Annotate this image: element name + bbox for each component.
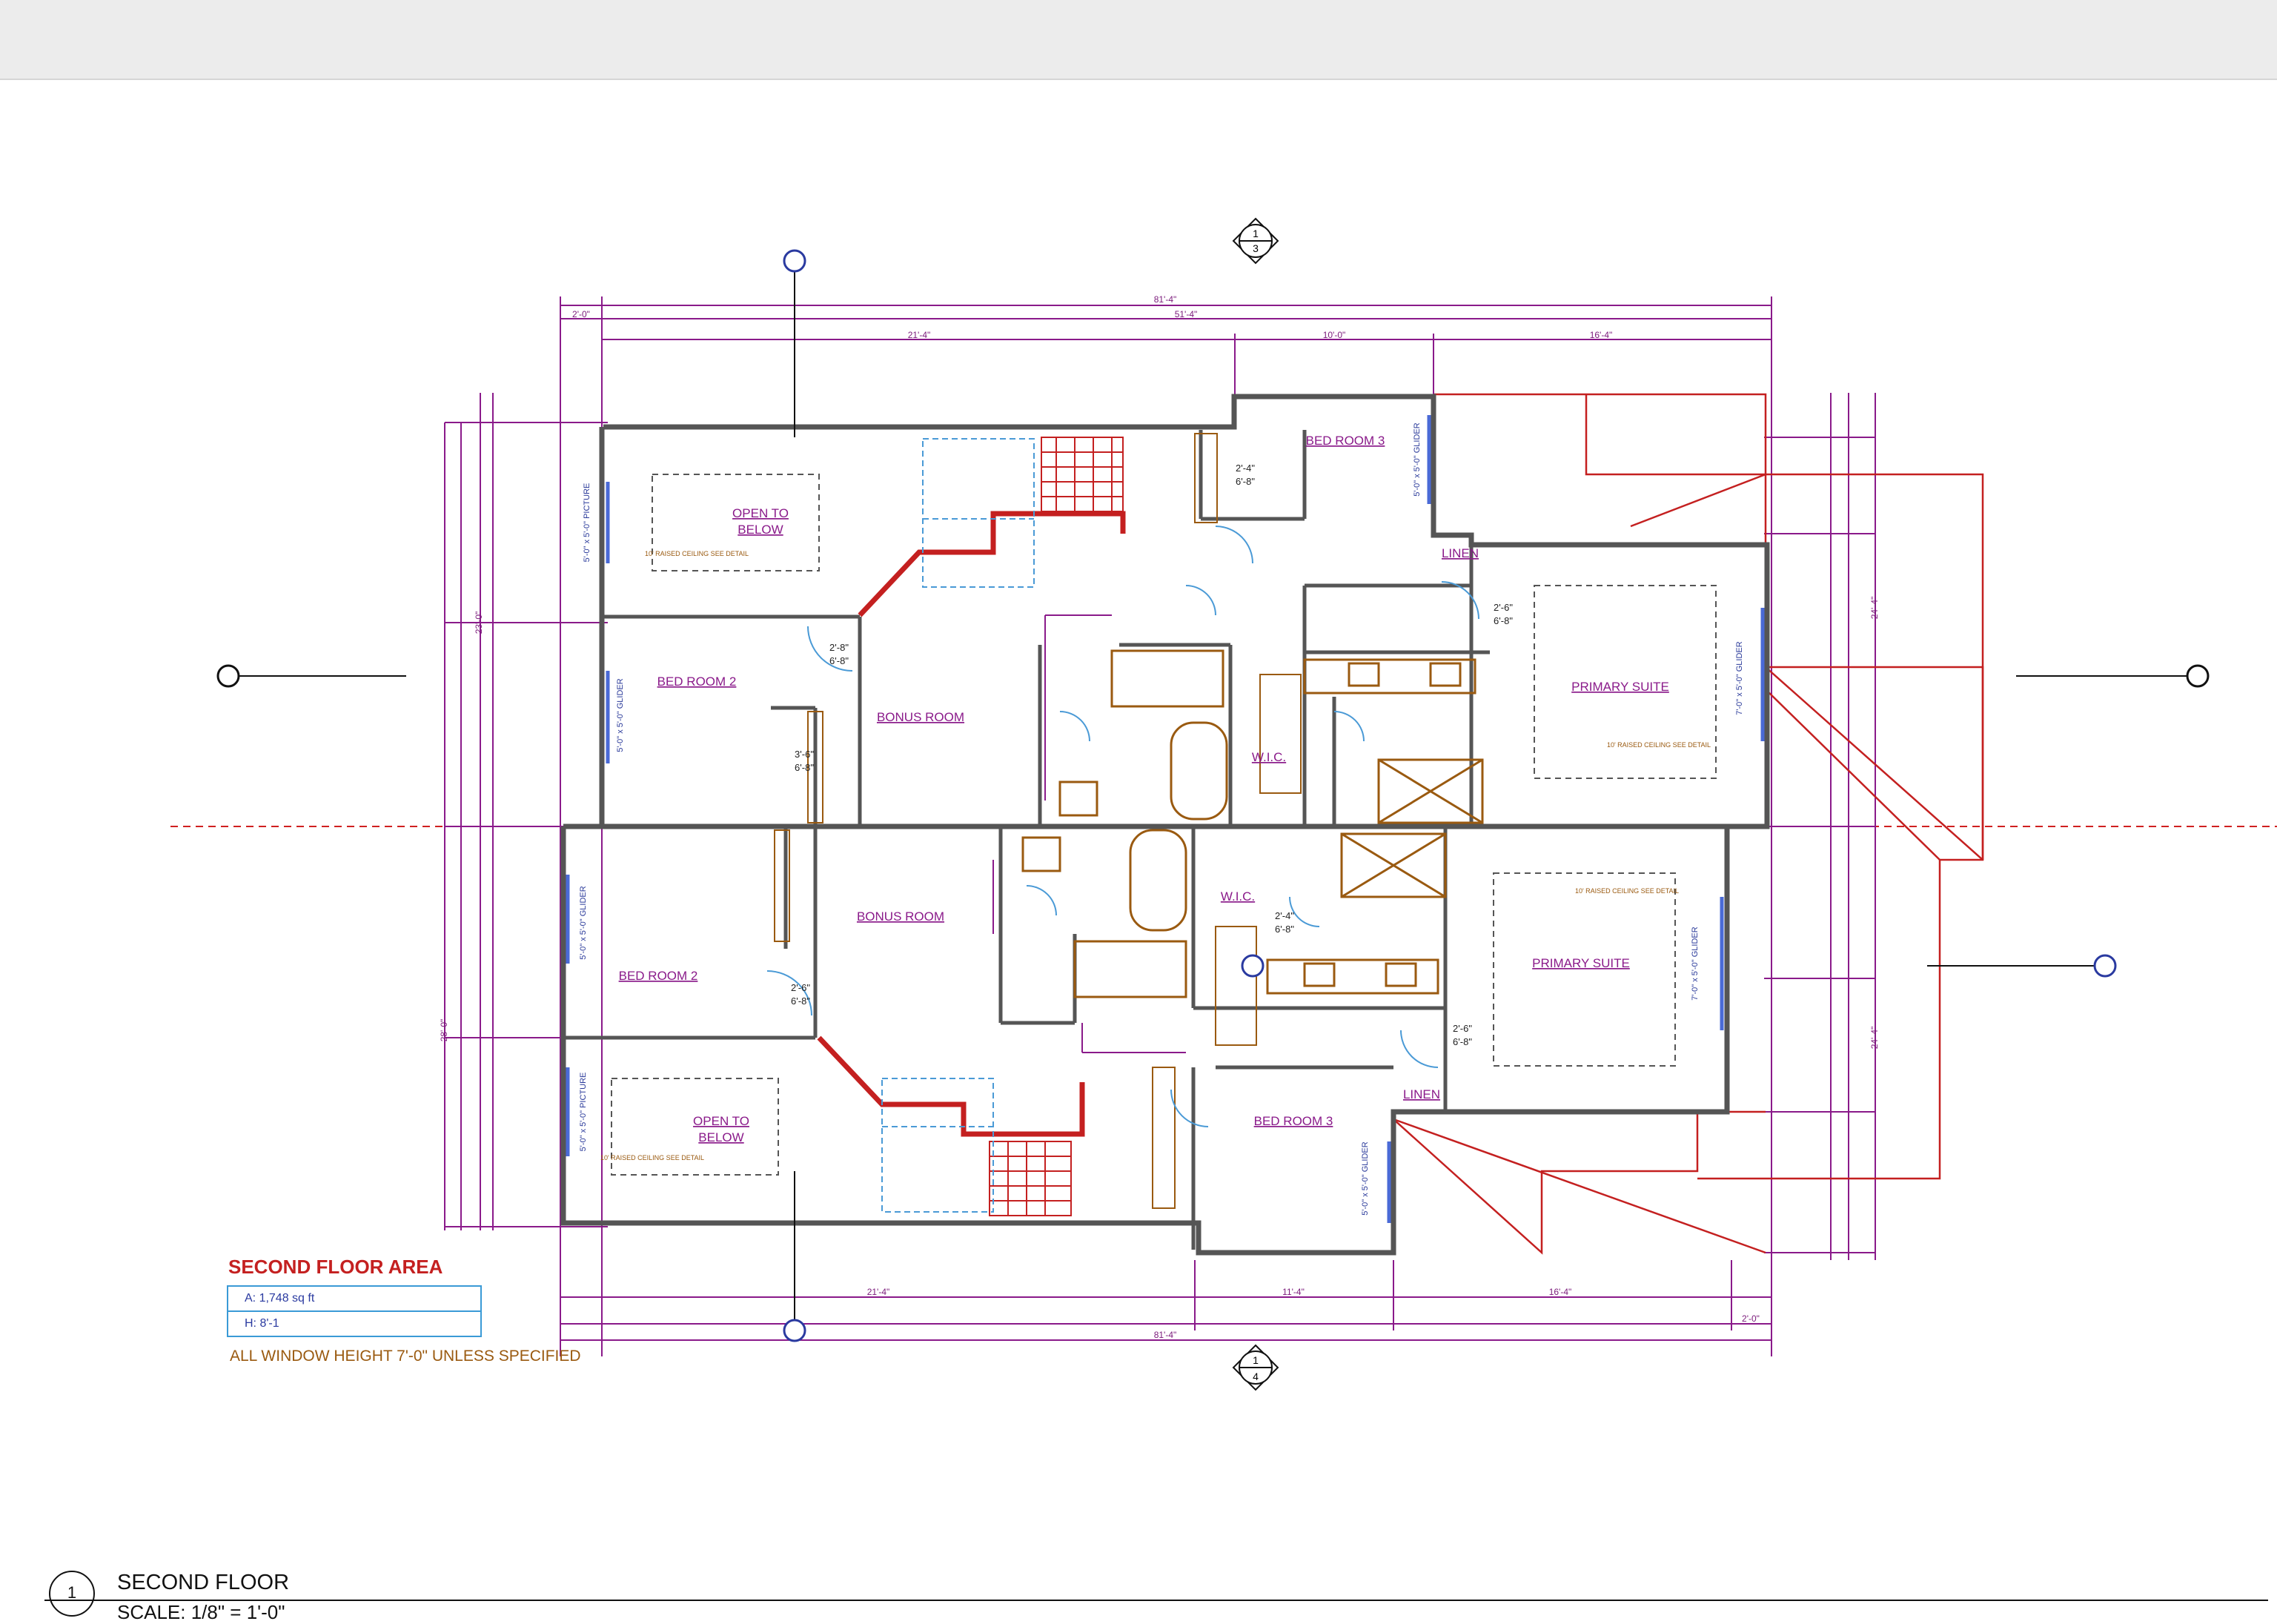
room-wic-upper: W.I.C. [1252,750,1286,764]
window-tag-glider: 5'-0" x 5'-0" GLIDER [1413,422,1422,496]
section-marker-top: 1 3 [1232,217,1279,265]
dim-left-lower: 28'-0" [439,1019,449,1042]
dim-bottom-seg1: 21'-4" [867,1287,890,1297]
title-underline [44,1600,2268,1601]
dim-bottom-overall: 81'-4" [1154,1330,1177,1340]
door-tag: 6'-8" [1236,476,1255,487]
dim-right-lower: 24'-4" [1869,1027,1880,1050]
door-tag: 2'-4" [1275,910,1294,921]
door-tag: 2'-6" [791,982,810,993]
window-tag-primary-glider: 7'-0" x 5'-0" GLIDER [1691,927,1700,1000]
dim-bottom-seg2: 11'-4" [1282,1287,1305,1297]
room-wic-lower: W.I.C. [1221,889,1255,904]
area-row: H: 8'-1 [245,1317,279,1330]
door-tag: 6'-8" [829,655,849,666]
section-number: 1 [1253,1354,1259,1366]
door-tag: 6'-8" [1275,924,1294,935]
section-sheet: 3 [1253,242,1259,254]
section-sheet: 4 [1253,1371,1259,1382]
room-bonus-room-upper: BONUS ROOM [877,710,964,724]
floor-plan-drawing: 1 3 1 4 81'-4" 51'-4" 2'-0" 21'-4" 10'-0… [170,217,2277,1391]
room-primary-suite-upper: PRIMARY SUITE [1571,680,1669,694]
dim-bottom-seg3: 16'-4" [1549,1287,1572,1297]
window-tag-primary-glider: 7'-0" x 5'-0" GLIDER [1735,641,1744,715]
dim-top-seg3: 16'-4" [1590,330,1613,340]
door-tag: 6'-8" [795,762,814,773]
room-bed-room-2-lower: BED ROOM 2 [619,969,698,983]
drawing-scale: SCALE: 1/8" = 1'-0" [117,1601,285,1623]
window-tag-picture: 5'-0" x 5'-0" PICTURE [579,1073,588,1152]
stair-rail-upper [858,511,1126,617]
dim-top-seg2: 10'-0" [1323,330,1346,340]
door-tag: 2'-6" [1453,1023,1472,1034]
area-row: A: 1,748 sq ft [228,1287,480,1312]
door-tag: 6'-8" [791,995,810,1007]
door-tag: 2'-8" [829,642,849,653]
door-tag: 6'-8" [1453,1036,1472,1047]
room-open-to-below-lower-1: OPEN TO [693,1114,749,1128]
room-bed-room-3-lower: BED ROOM 3 [1254,1114,1333,1128]
ceiling-note: 10' RAISED CEILING SEE DETAIL [1575,887,1679,895]
section-marker-bottom: 1 4 [1232,1344,1279,1391]
window-tag-glider: 5'-0" x 5'-0" GLIDER [1361,1141,1370,1215]
drawing-title-block: 1 SECOND FLOOR SCALE: 1/8" = 1'-0" [44,1568,2268,1623]
dim-overall-top: 81'-4" [1154,294,1177,305]
dim-bottom-right: 2'-0" [1742,1313,1760,1324]
room-bed-room-2-upper: BED ROOM 2 [657,675,737,689]
grid-bubble-icon [216,664,240,688]
grid-bubble-icon [783,249,806,273]
closets [774,433,1302,1209]
ceiling-note: 10' RAISED CEILING SEE DETAIL [1607,741,1711,749]
room-bed-room-3-upper: BED ROOM 3 [1306,434,1385,448]
room-linen-lower: LINEN [1403,1087,1440,1101]
door-tag: 2'-4" [1236,463,1255,474]
room-open-to-below-lower-2: BELOW [698,1130,743,1144]
dim-top-left: 2'-0" [572,309,590,319]
window-height-note: ALL WINDOW HEIGHT 7'-0" UNLESS SPECIFIED [230,1348,581,1365]
door-tag: 6'-8" [1494,615,1513,626]
window-tag-picture: 5'-0" x 5'-0" PICTURE [583,483,591,563]
dim-top-sub: 51'-4" [1175,309,1198,319]
grid-bubble-icon [783,1319,806,1342]
grid-lines [228,261,2198,1330]
window-tag-glider: 5'-0" x 5'-0" GLIDER [616,678,625,752]
room-primary-suite-lower: PRIMARY SUITE [1532,956,1630,970]
ceiling-note: 10' RAISED CEILING SEE DETAIL [600,1154,704,1161]
view-number-bubble: 1 [49,1571,95,1617]
ceiling-note: 10' RAISED CEILING SEE DETAIL [645,550,749,557]
door-tag: 2'-6" [1494,602,1513,613]
section-number: 1 [1253,228,1259,239]
room-bonus-room-lower: BONUS ROOM [857,909,944,924]
grid-bubble-icon [2093,954,2117,978]
dim-left-upper: 23'-0" [474,612,484,634]
room-open-to-below-upper-1: OPEN TO [732,506,789,520]
dim-top-seg1: 21'-4" [908,330,931,340]
area-table: A: 1,748 sq ft H: 8'-1 [227,1285,482,1337]
stair-upper [1041,437,1124,512]
door-tag: 3'-6" [795,749,814,760]
dim-right-upper: 24'-4" [1869,597,1880,620]
room-open-to-below-upper-2: BELOW [738,523,783,537]
grid-bubble-icon [1241,954,1265,978]
drawing-title: SECOND FLOOR [117,1571,290,1594]
grid-bubble-icon [2186,664,2210,688]
room-linen-upper: LINEN [1442,546,1479,560]
stair-rail-lower [817,1035,1085,1137]
window-tag-glider: 5'-0" x 5'-0" GLIDER [579,886,588,959]
stair-lower [989,1141,1072,1216]
area-title: SECOND FLOOR AREA [228,1256,443,1278]
